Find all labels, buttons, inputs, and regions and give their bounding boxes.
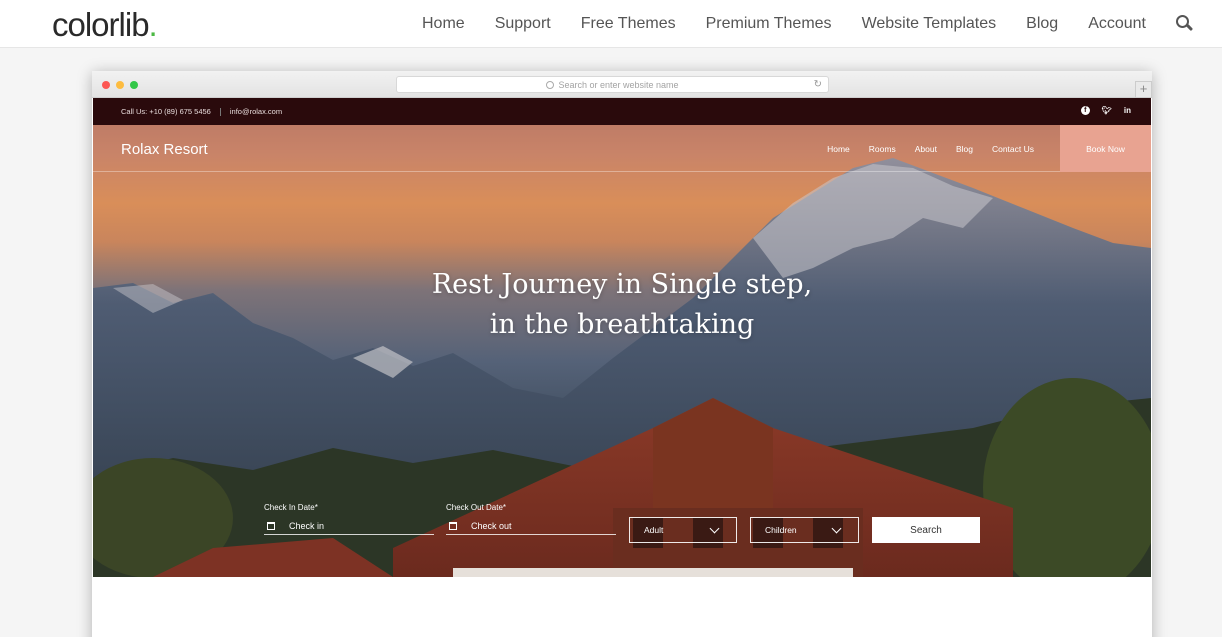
colorlib-header: colorlib. Home Support Free Themes Premi… [0, 0, 1222, 48]
facebook-icon[interactable]: f [1080, 106, 1090, 115]
email-text[interactable]: info@rolax.com [230, 107, 282, 116]
rolax-site: Call Us: +10 (89) 675 5456 info@rolax.com… [93, 98, 1151, 577]
booking-form: Check In Date* Check in Check Out Date* … [93, 503, 1151, 553]
menu-home[interactable]: Home [827, 144, 850, 154]
logo-text: colorlib [52, 6, 150, 43]
social-links: f 🐦︎ in [1080, 106, 1131, 115]
chevron-down-icon [831, 523, 842, 534]
address-search-icon [546, 80, 555, 89]
site-topbar: Call Us: +10 (89) 675 5456 info@rolax.com… [93, 98, 1151, 125]
colorlib-logo[interactable]: colorlib. [52, 6, 158, 44]
menu-contact-us[interactable]: Contact Us [992, 144, 1034, 154]
check-out-label: Check Out Date* [446, 503, 507, 512]
nav-premium-themes[interactable]: Premium Themes [706, 15, 832, 33]
address-placeholder: Search or enter website name [558, 79, 679, 90]
address-bar[interactable]: Search or enter website name ↻ [396, 76, 829, 93]
check-in-field[interactable]: Check in [264, 517, 434, 535]
hero-headline: Rest Journey in Single step, in the brea… [93, 265, 1151, 345]
menu-rooms[interactable]: Rooms [869, 144, 896, 154]
browser-chrome: Search or enter website name ↻ + [92, 71, 1152, 98]
children-select[interactable]: Children [750, 517, 859, 543]
contact-info: Call Us: +10 (89) 675 5456 info@rolax.com [121, 107, 282, 117]
calendar-icon [449, 521, 457, 530]
check-out-field[interactable]: Check out [446, 517, 616, 535]
site-below-fold [93, 577, 1151, 637]
twitter-icon[interactable]: 🐦︎ [1102, 106, 1112, 115]
linkedin-icon[interactable]: in [1124, 106, 1131, 115]
check-out-placeholder: Check out [471, 520, 512, 531]
browser-mockup: Search or enter website name ↻ + Call Us… [92, 71, 1152, 637]
search-icon[interactable] [1176, 14, 1194, 33]
children-label: Children [765, 525, 797, 535]
headline-line-2: in the breathtaking [489, 309, 755, 340]
site-brand[interactable]: Rolax Resort [121, 141, 208, 158]
site-navbar: Rolax Resort Home Rooms About Blog Conta… [93, 125, 1151, 172]
close-dot-icon[interactable] [102, 81, 110, 89]
chevron-down-icon [709, 523, 720, 534]
menu-blog[interactable]: Blog [956, 144, 973, 154]
nav-account[interactable]: Account [1088, 15, 1146, 33]
nav-free-themes[interactable]: Free Themes [581, 15, 676, 33]
colorlib-nav: Home Support Free Themes Premium Themes … [422, 0, 1222, 47]
logo-dot: . [148, 6, 158, 43]
check-in-placeholder: Check in [289, 520, 325, 531]
book-now-button[interactable]: Book Now [1060, 125, 1151, 172]
nav-blog[interactable]: Blog [1026, 15, 1058, 33]
headline-line-1: Rest Journey in Single step, [431, 269, 813, 300]
calendar-icon [267, 521, 275, 530]
adult-label: Adult [644, 525, 664, 535]
reload-icon[interactable]: ↻ [814, 79, 822, 90]
maximize-dot-icon[interactable] [130, 81, 138, 89]
site-menu: Home Rooms About Blog Contact Us [827, 144, 1034, 154]
nav-support[interactable]: Support [495, 15, 551, 33]
check-in-label: Check In Date* [264, 503, 318, 512]
minimize-dot-icon[interactable] [116, 81, 124, 89]
new-tab-button[interactable]: + [1135, 81, 1152, 98]
adult-select[interactable]: Adult [629, 517, 737, 543]
phone-text: Call Us: +10 (89) 675 5456 [121, 107, 211, 116]
menu-about[interactable]: About [915, 144, 937, 154]
search-button[interactable]: Search [872, 517, 980, 543]
nav-home[interactable]: Home [422, 15, 465, 33]
nav-website-templates[interactable]: Website Templates [862, 15, 997, 33]
